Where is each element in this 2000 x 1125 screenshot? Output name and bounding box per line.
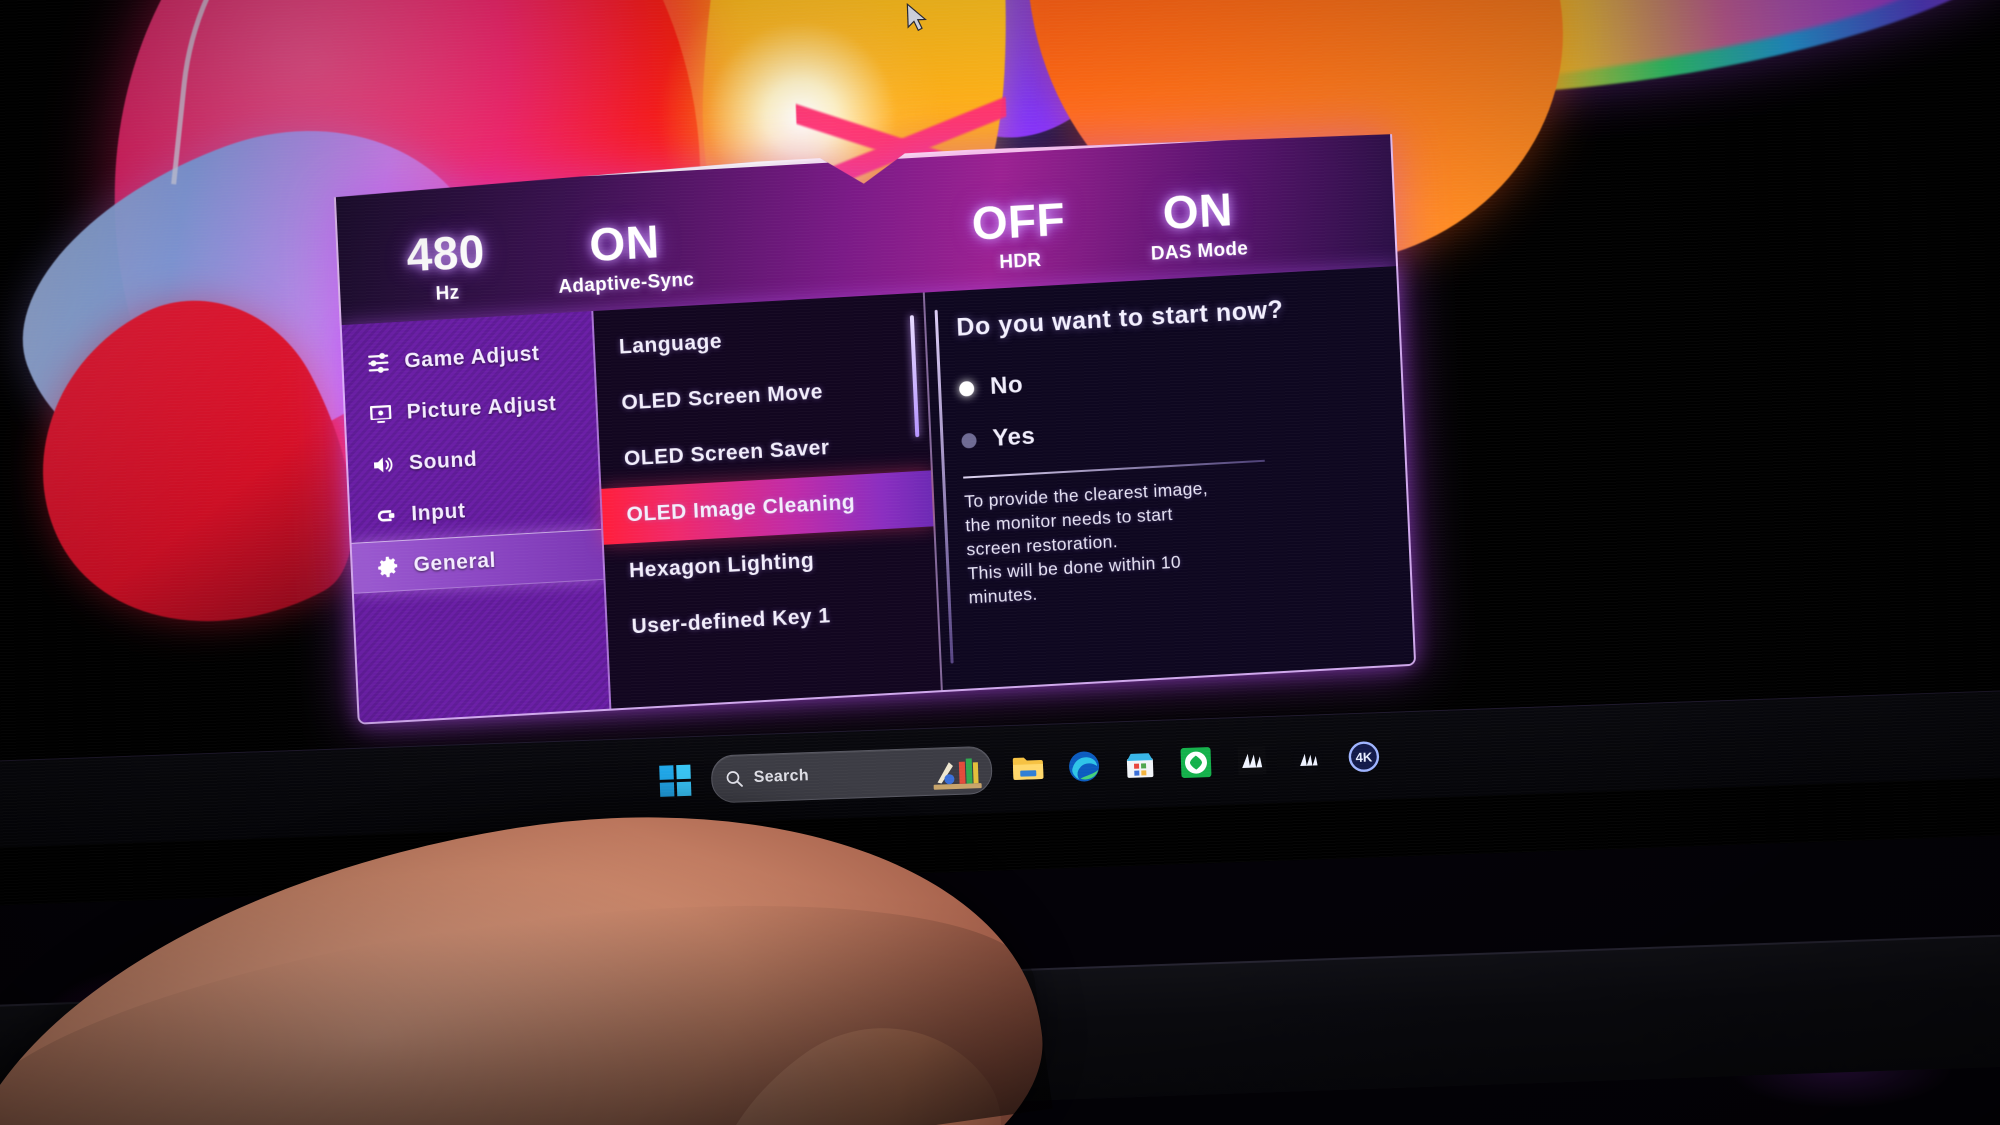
sliders-icon	[365, 349, 392, 376]
submenu-item-label: Language	[618, 329, 723, 359]
submenu-item-label: OLED Screen Saver	[623, 436, 831, 471]
osd-submenu: Language OLED Screen Move OLED Screen Sa…	[593, 292, 943, 709]
edge-icon[interactable]	[1063, 746, 1104, 787]
sidebar-item-label: Input	[410, 498, 467, 525]
adaptive-sync-value: ON	[588, 215, 661, 272]
osd-menu: 480 Hz ON Adaptive-Sync OFF HDR ON DAS M…	[333, 124, 1417, 725]
search-icon	[726, 771, 743, 787]
das-mode-label: DAS Mode	[1150, 238, 1249, 265]
sidebar-item-label: Picture Adjust	[406, 391, 557, 424]
corsair-icon[interactable]	[1231, 740, 1272, 781]
dialog-option-label: Yes	[991, 422, 1036, 452]
sidebar-item-label: General	[413, 548, 497, 576]
radio-selected-icon	[958, 380, 975, 397]
mouse-pointer	[906, 2, 927, 32]
screenshot-root: 480 Hz ON Adaptive-Sync OFF HDR ON DAS M…	[0, 0, 2000, 1125]
dialog-options: No Yes	[958, 340, 1378, 467]
gear-icon	[374, 553, 401, 580]
file-explorer-icon[interactable]	[1007, 748, 1048, 789]
status-das-mode: ON DAS Mode	[1148, 185, 1249, 265]
start-icon[interactable]	[654, 760, 695, 801]
osd-body: Game Adjust Picture Adjust Sound Input G…	[339, 266, 1417, 725]
hdr-label: HDR	[998, 249, 1042, 274]
monitor-screen: 480 Hz ON Adaptive-Sync OFF HDR ON DAS M…	[0, 0, 2000, 907]
osd-dialog-panel: Do you want to start now? No Yes To prov…	[924, 266, 1415, 691]
sidebar-item-label: Sound	[408, 447, 478, 475]
dialog-question: Do you want to start now?	[955, 295, 1285, 342]
dialog-option-label: No	[989, 371, 1024, 400]
adaptive-sync-label: Adaptive-Sync	[557, 269, 695, 298]
status-refresh-rate: 480 Hz	[406, 228, 488, 307]
status-adaptive-sync: ON Adaptive-Sync	[556, 216, 695, 299]
dialog-description: To provide the clearest image, the monit…	[964, 472, 1299, 610]
radio-unselected-icon	[961, 432, 977, 449]
monitor-icon	[367, 400, 394, 427]
xbox-icon[interactable]	[1175, 742, 1216, 783]
search-input[interactable]: Search	[709, 745, 993, 804]
submenu-item-label: OLED Screen Move	[620, 380, 824, 415]
submenu-item-label: Hexagon Lighting	[628, 549, 815, 583]
submenu-item-label: User-defined Key 1	[631, 604, 832, 639]
osd-sidebar: Game Adjust Picture Adjust Sound Input G…	[341, 311, 612, 723]
refresh-rate-value: 480	[405, 225, 486, 282]
submenu-item-label: OLED Image Cleaning	[626, 490, 856, 527]
4k-badge-icon[interactable]: 4K	[1343, 736, 1384, 777]
corsair-alt-icon[interactable]	[1287, 738, 1328, 779]
sidebar-item-label: Game Adjust	[403, 341, 541, 373]
plug-icon	[372, 502, 399, 529]
status-hdr: OFF HDR	[971, 196, 1068, 276]
search-illustration-icon	[933, 758, 982, 790]
hdr-value: OFF	[970, 192, 1067, 250]
refresh-rate-label: Hz	[435, 282, 460, 305]
search-placeholder: Search	[753, 767, 810, 787]
microsoft-store-icon[interactable]	[1119, 744, 1160, 785]
svg-text:4K: 4K	[1355, 749, 1373, 765]
speaker-icon	[369, 451, 396, 478]
das-mode-value: ON	[1161, 183, 1234, 240]
